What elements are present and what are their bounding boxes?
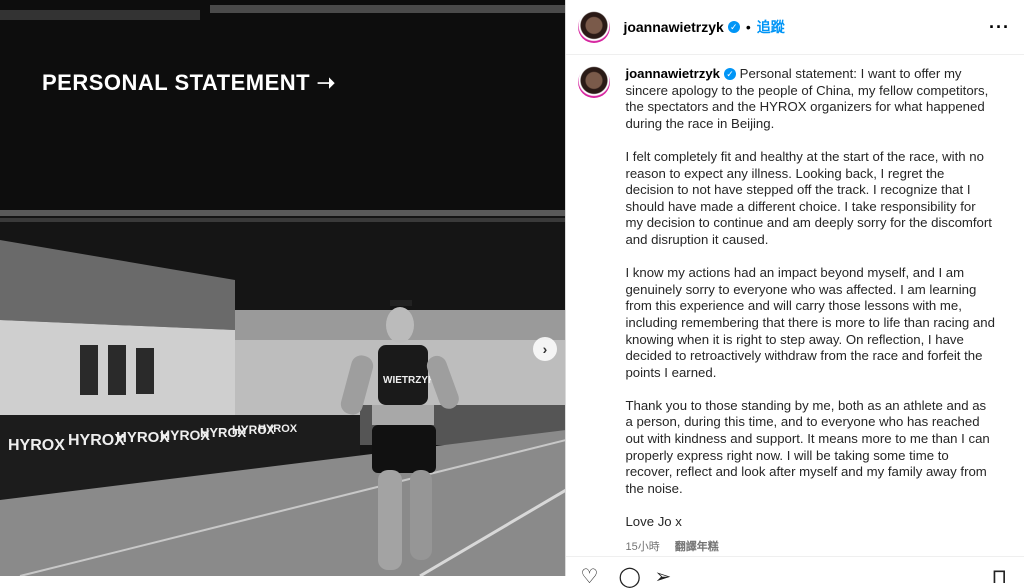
comment-icon[interactable]: ◯ <box>618 567 640 587</box>
avatar[interactable] <box>578 11 611 43</box>
heart-icon[interactable]: ♡ <box>580 567 598 587</box>
verified-badge-icon: ✓ <box>727 21 740 33</box>
share-icon[interactable]: ➢ <box>654 567 671 587</box>
caption-paragraph-3: I know my actions had an impact beyond m… <box>625 265 995 380</box>
bookmark-icon[interactable]: ⊓ <box>991 567 1007 587</box>
caption-paragraph-2: I felt completely fit and healthy at the… <box>625 148 992 247</box>
caption-paragraph-4: Thank you to those standing by me, both … <box>625 397 990 496</box>
banner-text: HYROX <box>258 423 298 435</box>
overlay-title: PERSONAL STATEMENT ➝ <box>42 70 336 95</box>
translate-link[interactable]: 翻譯年糕 <box>675 541 719 553</box>
banner-text: HYROX <box>8 437 65 454</box>
separator-dot: • <box>745 19 751 35</box>
caption-text: joannawietrzyk ✓ Personal statement: I wa… <box>625 66 995 556</box>
post-image[interactable]: HYROX HYROX HYROX HYROX HYROX HYROX HYRO… <box>0 0 566 576</box>
verified-badge-icon: ✓ <box>724 68 736 80</box>
follow-button[interactable]: 追蹤 <box>757 17 785 37</box>
timestamp[interactable]: 15小時 <box>625 541 659 553</box>
caption-username[interactable]: joannawietrzyk <box>625 66 720 81</box>
action-bar: ♡ ◯ ➢ ⊓ <box>566 556 1024 587</box>
caption-meta: 15小時 翻譯年糕 <box>625 539 995 556</box>
chevron-right-icon: › <box>542 341 548 357</box>
header-username[interactable]: joannawietrzyk <box>623 19 723 35</box>
next-slide-button[interactable]: › <box>533 337 557 361</box>
caption-paragraph: joannawietrzyk ✓ Personal statement: I wa… <box>625 66 995 132</box>
caption-block: joannawietrzyk ✓ Personal statement: I wa… <box>578 66 1008 556</box>
post-sidebar: joannawietrzyk ✓ • 追蹤 ··· joannawietrzyk… <box>565 0 1024 587</box>
caption-avatar[interactable] <box>578 66 611 98</box>
more-options-button[interactable]: ··· <box>989 17 1010 38</box>
instagram-post: HYROX HYROX HYROX HYROX HYROX HYROX HYRO… <box>0 0 1024 587</box>
post-header: joannawietrzyk ✓ • 追蹤 ··· <box>566 0 1024 55</box>
caption-signoff: Love Jo x <box>625 514 682 530</box>
jersey-text: WIETRZYK <box>383 375 436 386</box>
